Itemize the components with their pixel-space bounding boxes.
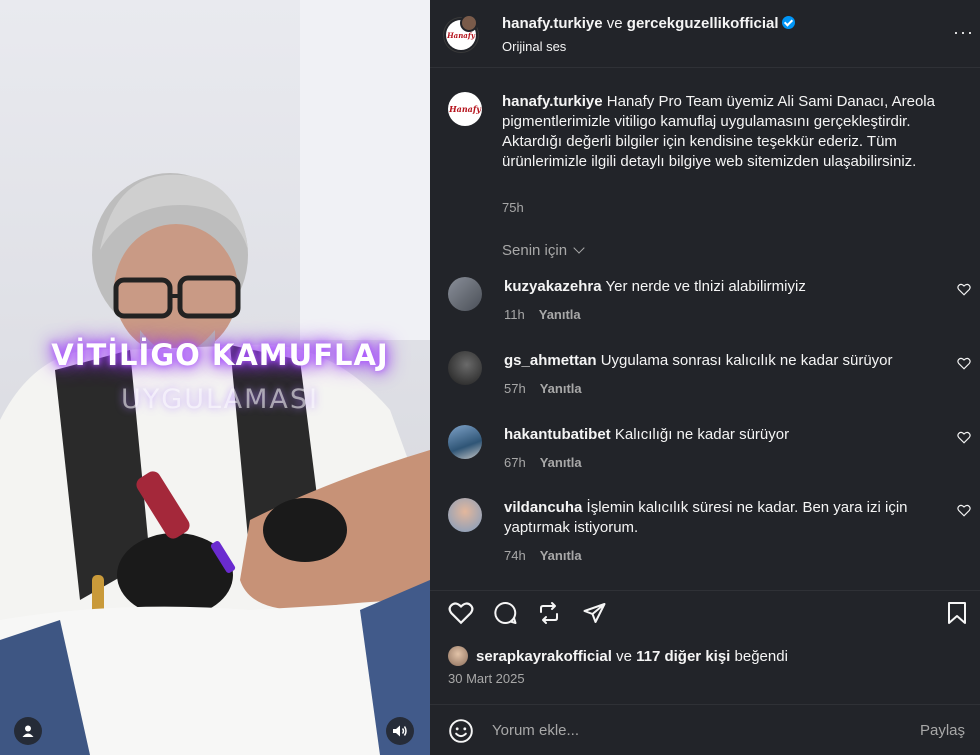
comment-time[interactable]: 67h bbox=[504, 455, 526, 470]
caption-avatar[interactable]: Hanafy bbox=[448, 92, 482, 126]
overlay-title: VİTİLİGO KAMUFLAJ bbox=[51, 338, 389, 372]
author-username[interactable]: hanafy.turkiye bbox=[502, 15, 603, 32]
post-header: Hanafy hanafy.turkiye ve gercekguzelliko… bbox=[430, 0, 980, 68]
chevron-down-icon bbox=[573, 242, 585, 254]
reply-button[interactable]: Yanıtla bbox=[540, 548, 582, 563]
emoji-smiley-icon[interactable] bbox=[448, 718, 474, 744]
comment-text: Uygulama sonrası kalıcılık ne kadar sürü… bbox=[600, 352, 893, 369]
commenter-username[interactable]: gs_ahmettan bbox=[504, 352, 597, 369]
post-comment-button[interactable]: Paylaş bbox=[920, 722, 965, 739]
overlay-subtitle: UYGULAMASI bbox=[121, 384, 319, 415]
comment-text: Kalıcılığı ne kadar sürüyor bbox=[614, 426, 790, 443]
likes-summary[interactable]: serapkayrakofficial ve 117 diğer kişi be… bbox=[448, 646, 788, 666]
coauthor-username[interactable]: gercekguzellikofficial bbox=[627, 15, 779, 32]
caption-timestamp[interactable]: 75h bbox=[502, 200, 524, 215]
commenter-username[interactable]: hakantubatibet bbox=[504, 426, 611, 443]
comment-sort-dropdown[interactable]: Senin için bbox=[502, 242, 585, 259]
comment-time[interactable]: 74h bbox=[504, 548, 526, 563]
liker-avatar bbox=[448, 646, 468, 666]
like-comment-heart-icon[interactable] bbox=[957, 357, 971, 370]
comment-time[interactable]: 57h bbox=[504, 381, 526, 396]
comment-input[interactable]: Yorum ekle... bbox=[492, 722, 579, 739]
verified-badge-icon bbox=[781, 16, 795, 29]
post-authors: hanafy.turkiye ve gercekguzellikofficial bbox=[502, 15, 795, 32]
comment-bubble-icon[interactable] bbox=[493, 601, 518, 625]
more-options-button[interactable]: ··· bbox=[953, 22, 974, 43]
commenter-avatar[interactable] bbox=[448, 498, 482, 532]
reply-button[interactable]: Yanıtla bbox=[540, 381, 582, 396]
share-paper-plane-icon[interactable] bbox=[582, 601, 607, 625]
video-frame-illustration bbox=[0, 0, 430, 755]
post-date: 30 Mart 2025 bbox=[448, 671, 525, 686]
post-caption: hanafy.turkiye Hanafy Pro Team üyemiz Al… bbox=[502, 92, 962, 172]
post-action-bar bbox=[430, 590, 980, 640]
commenter-username[interactable]: vildancuha bbox=[504, 499, 582, 516]
coauthor-avatar[interactable] bbox=[460, 14, 478, 32]
like-comment-heart-icon[interactable] bbox=[957, 431, 971, 444]
commenter-avatar[interactable] bbox=[448, 277, 482, 311]
like-heart-icon[interactable] bbox=[448, 601, 474, 625]
save-bookmark-icon[interactable] bbox=[946, 601, 968, 625]
user-icon bbox=[22, 725, 34, 737]
comment-composer: Yorum ekle... Paylaş bbox=[430, 704, 980, 755]
reel-video[interactable]: VİTİLİGO KAMUFLAJ UYGULAMASI bbox=[0, 0, 430, 755]
like-comment-heart-icon[interactable] bbox=[957, 504, 971, 517]
original-audio-link[interactable]: Orijinal ses bbox=[502, 39, 566, 54]
comment-text: Yer nerde ve tlnizi alabilirmiyiz bbox=[605, 278, 806, 295]
commenter-username[interactable]: kuzyakazehra bbox=[504, 278, 602, 295]
liker-username[interactable]: serapkayrakofficial bbox=[476, 648, 612, 665]
tagged-users-button[interactable] bbox=[14, 717, 42, 745]
sound-toggle-button[interactable] bbox=[386, 717, 414, 745]
caption-username[interactable]: hanafy.turkiye bbox=[502, 93, 603, 110]
commenter-avatar[interactable] bbox=[448, 425, 482, 459]
reply-button[interactable]: Yanıtla bbox=[539, 307, 581, 322]
repost-icon[interactable] bbox=[537, 601, 561, 625]
likes-count[interactable]: 117 diğer kişi bbox=[636, 648, 730, 665]
speaker-icon bbox=[393, 725, 407, 737]
post-details-panel: Hanafy hanafy.turkiye ve gercekguzelliko… bbox=[430, 0, 980, 755]
reply-button[interactable]: Yanıtla bbox=[540, 455, 582, 470]
commenter-avatar[interactable] bbox=[448, 351, 482, 385]
like-comment-heart-icon[interactable] bbox=[957, 283, 971, 296]
comment-time[interactable]: 11h bbox=[504, 307, 525, 322]
